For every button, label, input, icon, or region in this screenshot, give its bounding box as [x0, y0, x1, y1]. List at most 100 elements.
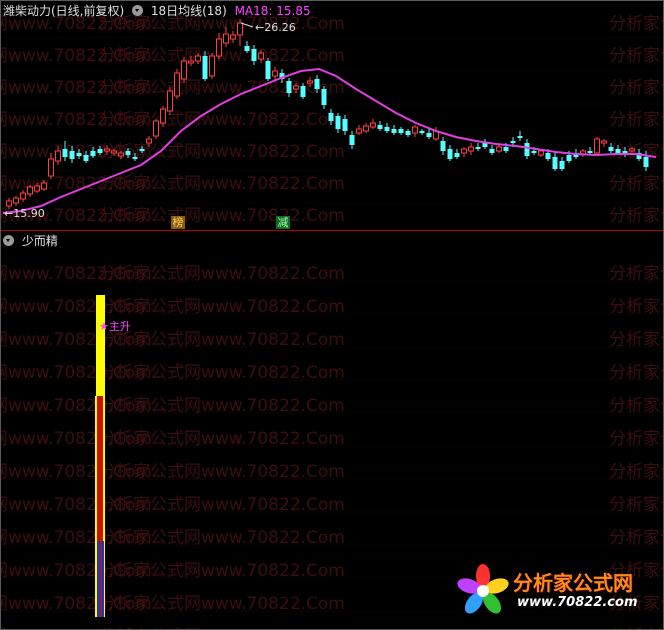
candle-body-down [454, 153, 460, 157]
candle-body-down [489, 149, 495, 153]
candle-body-up [461, 148, 467, 154]
candle-body-up [13, 197, 19, 204]
indicator-panel-header: 少而精 [3, 233, 62, 249]
candle-body-down [510, 141, 516, 143]
candle-body-down [531, 151, 537, 153]
candle-body-down [503, 147, 509, 151]
candle-body-down [608, 147, 614, 151]
candle-body-up [160, 108, 166, 124]
candle-body-up [307, 80, 313, 84]
candle-body-down [566, 155, 572, 161]
flower-logo-icon [457, 564, 509, 614]
candle-body-down [384, 127, 390, 131]
indicator-name: 少而精 [21, 234, 58, 248]
candle-body-down [251, 49, 257, 61]
price-panel[interactable]: 分析家公式网www.70822.Com分析家公式网www.70822.Com分析… [1, 1, 663, 230]
signal-bar-purple [97, 541, 100, 617]
candle-body-down [244, 46, 250, 51]
stock-title: 潍柴动力(日线,前复权) [3, 4, 125, 18]
candle-body-down [398, 129, 404, 133]
candle-body-up [363, 125, 369, 132]
candle-body-down [405, 131, 411, 135]
candle-body-down [69, 151, 75, 159]
candle-body-down [517, 136, 523, 138]
candle-body-down [475, 147, 481, 149]
site-logo: 分析家公式网 www.70822.com [455, 561, 660, 621]
signal-bar-edge [95, 396, 97, 617]
candle-body-up [594, 138, 600, 154]
candle-body-up [20, 192, 26, 200]
candle-body-up [48, 158, 54, 177]
candle-body-down [545, 153, 551, 159]
candle-body-down [643, 157, 649, 167]
candle-body-up [237, 22, 243, 36]
dropdown-icon[interactable] [3, 235, 14, 246]
candlestick-chart[interactable]: ←26.26 ←15.90 [1, 1, 663, 230]
candle-body-up [370, 122, 376, 128]
candle-body-up [104, 148, 110, 152]
ma18-line [2, 67, 657, 214]
signal-tag-bang: 榜 [171, 216, 185, 229]
candle-body-down [139, 149, 145, 151]
candle-body-up [230, 34, 236, 40]
candle-body-down [524, 143, 530, 156]
candle-body-down [447, 149, 453, 159]
candle-body-up [468, 146, 474, 152]
candle-body-up [188, 60, 194, 64]
candle-body-down [559, 161, 565, 169]
candle-body-up [356, 128, 362, 134]
candle-body-up [629, 148, 635, 152]
candle-body-down [97, 149, 103, 153]
star-signal-label: ★主升 [99, 320, 131, 333]
chart-window: 分析家公式网www.70822.Com分析家公式网www.70822.Com分析… [0, 0, 664, 630]
candle-body-up [601, 140, 607, 144]
candle-body-down [300, 86, 306, 97]
ma-value-label: MA18: 15.85 [234, 4, 311, 18]
candle-body-up [174, 72, 180, 97]
candle-body-up [146, 138, 152, 144]
candle-body-down [419, 131, 425, 133]
candle-body-up [153, 120, 159, 137]
logo-url-text: www.70822.com [517, 595, 638, 610]
candle-body-up [209, 55, 215, 77]
candle-body-down [440, 141, 446, 151]
candle-body-up [195, 55, 201, 62]
candle-body-down [265, 61, 271, 79]
candle-body-down [615, 149, 621, 153]
candle-body-down [90, 151, 96, 156]
candle-body-up [181, 60, 187, 80]
candle-body-down [202, 56, 208, 79]
candle-body-up [118, 152, 124, 157]
candle-body-down [335, 116, 341, 129]
candle-body-down [426, 133, 432, 137]
candle-body-up [111, 150, 117, 154]
candle-body-down [342, 119, 348, 131]
candle-body-up [272, 70, 278, 77]
candle-body-up [34, 185, 40, 192]
candle-body-down [391, 129, 397, 133]
candle-body-up [41, 182, 47, 190]
candle-body-down [587, 151, 593, 153]
candle-body-down [62, 149, 68, 157]
candle-body-down [76, 153, 82, 156]
candle-body-up [496, 146, 502, 152]
candle-body-down [125, 151, 131, 155]
candle-body-down [83, 155, 89, 161]
price-panel-header: 潍柴动力(日线,前复权) 18日均线(18) MA18: 15.85 [3, 3, 315, 19]
signal-bar-purple [101, 541, 104, 617]
dropdown-icon[interactable] [132, 5, 144, 16]
high-price-label: ←26.26 [255, 21, 296, 34]
candle-body-up [216, 38, 222, 57]
candle-body-up [258, 52, 264, 60]
candle-body-up [167, 90, 173, 112]
candle-body-down [132, 157, 138, 159]
candle-body-up [293, 85, 299, 90]
candle-body-down [377, 125, 383, 129]
candle-body-down [552, 157, 558, 169]
candle-body-up [223, 33, 229, 44]
candle-body-up [412, 126, 418, 134]
low-price-label: ←15.90 [4, 207, 45, 220]
logo-brand-text: 分析家公式网 [513, 571, 633, 595]
candle-body-down [328, 113, 334, 121]
signal-tag-jian: 减 [276, 216, 290, 229]
